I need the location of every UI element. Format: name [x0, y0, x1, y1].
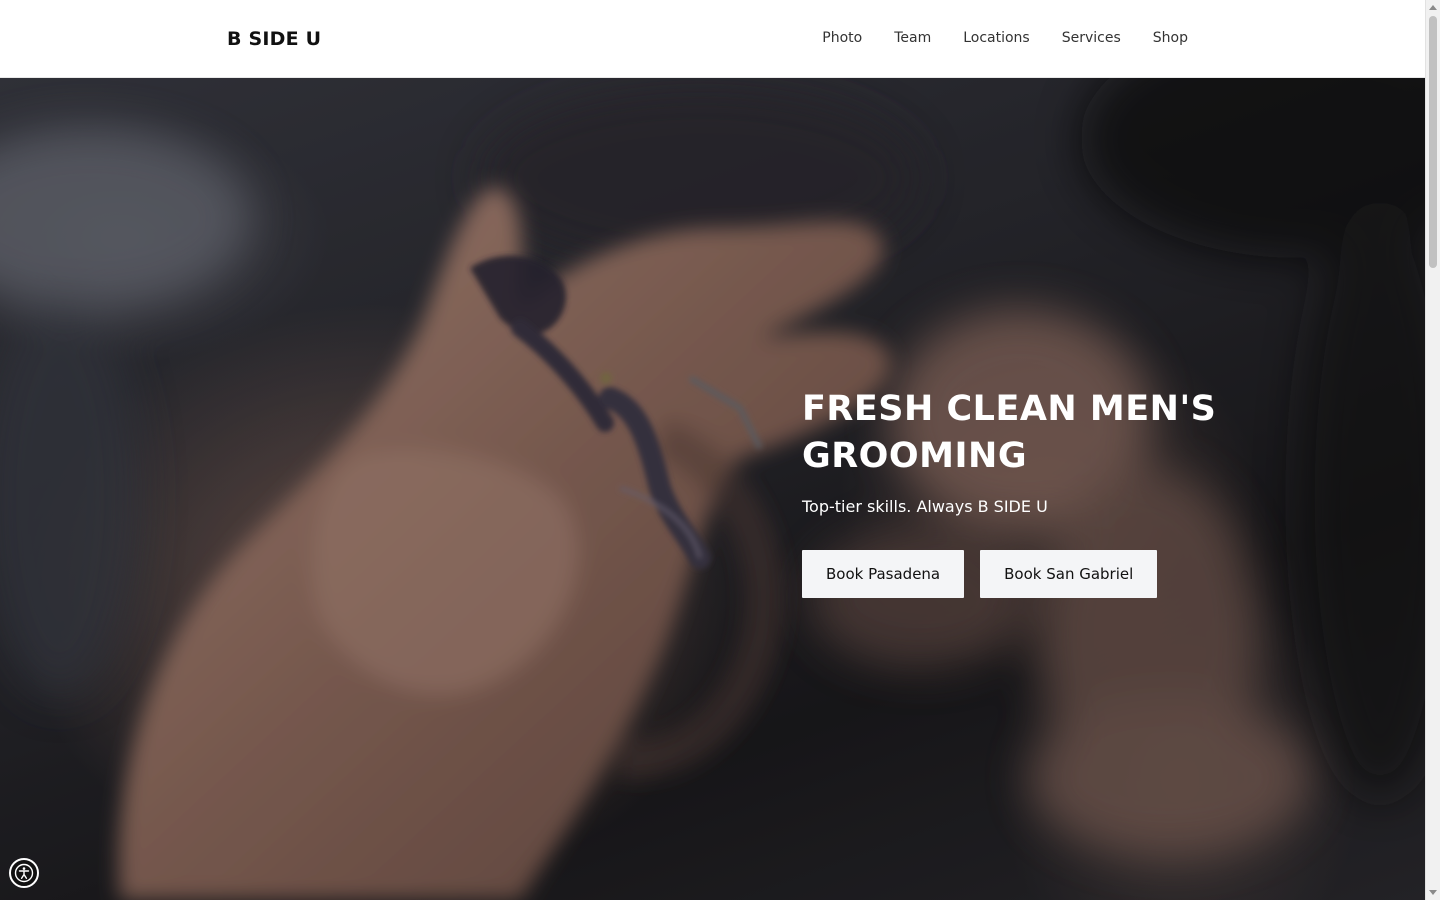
- scrollbar-thumb[interactable]: [1429, 16, 1437, 268]
- hero-title: FRESH CLEAN MEN'S GROOMING: [802, 389, 1217, 476]
- site-logo[interactable]: B SIDE U: [227, 27, 321, 51]
- vertical-scrollbar[interactable]: [1425, 0, 1440, 900]
- site-header: B SIDE U Photo Team Locations Services S…: [0, 0, 1425, 78]
- nav-item-team[interactable]: Team: [894, 28, 931, 48]
- nav-item-shop[interactable]: Shop: [1153, 28, 1188, 48]
- scroll-down-arrow-icon[interactable]: [1429, 890, 1437, 895]
- hero-content: FRESH CLEAN MEN'S GROOMING Top-tier skil…: [802, 386, 1222, 598]
- hero-section: FRESH CLEAN MEN'S GROOMING Top-tier skil…: [0, 78, 1425, 900]
- accessibility-widget-button[interactable]: [9, 858, 39, 888]
- book-pasadena-button[interactable]: Book Pasadena: [802, 550, 965, 598]
- nav-item-services[interactable]: Services: [1062, 28, 1121, 48]
- main-nav: Photo Team Locations Services Shop: [822, 28, 1188, 48]
- nav-item-locations[interactable]: Locations: [963, 28, 1030, 48]
- book-san-gabriel-button[interactable]: Book San Gabriel: [980, 550, 1158, 598]
- scroll-up-arrow-icon[interactable]: [1429, 5, 1437, 10]
- nav-item-photo[interactable]: Photo: [822, 28, 862, 48]
- hero-buttons: Book Pasadena Book San Gabriel: [802, 550, 1222, 598]
- hero-subtitle: Top-tier skills. Always B SIDE U: [802, 497, 1048, 516]
- accessibility-icon: [14, 863, 34, 883]
- page: B SIDE U Photo Team Locations Services S…: [0, 0, 1440, 900]
